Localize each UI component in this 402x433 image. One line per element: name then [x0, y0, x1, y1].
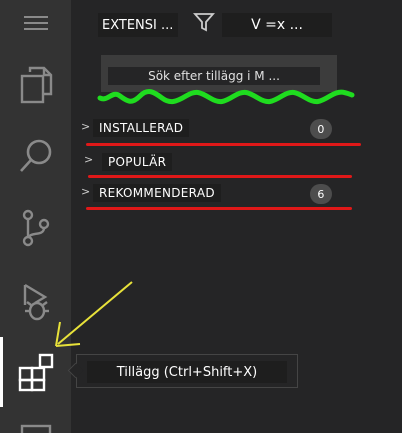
sidebar-title: EXTENSI ... — [98, 13, 178, 37]
source-control-icon[interactable] — [0, 202, 71, 254]
section-popular[interactable]: > POPULÄR — [78, 151, 368, 173]
section-installed-count: 0 — [310, 119, 332, 139]
search-placeholder[interactable]: Sök efter tillägg i M ... — [108, 67, 320, 85]
activity-bar — [0, 0, 71, 433]
green-annotation-squiggle — [97, 89, 355, 105]
section-installed[interactable]: > INSTALLERAD 0 — [78, 118, 368, 140]
search-icon[interactable] — [0, 130, 71, 182]
red-underline — [86, 143, 361, 146]
yellow-annotation-arrow — [55, 281, 133, 347]
explorer-icon[interactable] — [0, 58, 71, 110]
chevron-right-icon: > — [81, 185, 91, 198]
chevron-right-icon: > — [81, 120, 91, 133]
filter-icon[interactable] — [193, 11, 215, 37]
section-recommended[interactable]: > REKOMMENDERAD 6 — [78, 183, 368, 205]
section-popular-label: POPULÄR — [102, 153, 173, 171]
section-installed-label: INSTALLERAD — [93, 119, 190, 137]
section-recommended-label: REKOMMENDERAD — [93, 184, 221, 202]
tooltip-text: Tillägg (Ctrl+Shift+X) — [87, 361, 287, 383]
remote-icon[interactable] — [0, 420, 71, 433]
section-recommended-count: 6 — [310, 184, 332, 204]
menu-icon[interactable] — [0, 8, 71, 38]
red-underline — [86, 207, 352, 210]
chevron-right-icon: > — [84, 153, 94, 166]
red-underline — [88, 175, 352, 178]
view-options-button[interactable]: V =x ... — [222, 13, 332, 37]
